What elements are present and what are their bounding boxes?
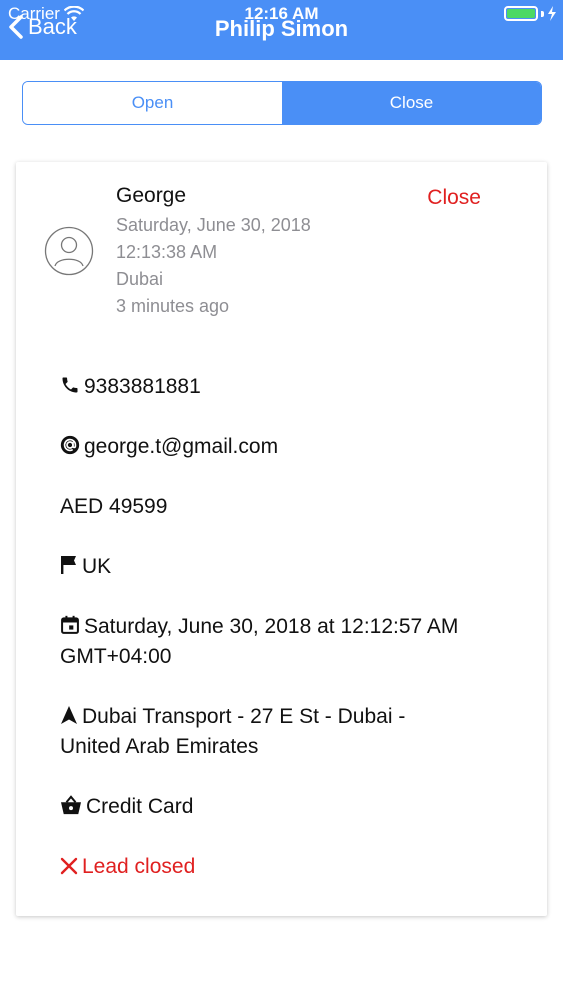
close-x-icon xyxy=(60,857,78,875)
lead-city: Dubai xyxy=(116,269,164,289)
address-row[interactable]: Dubai Transport - 27 E St - Dubai - Unit… xyxy=(60,702,511,762)
open-close-segmented-control: Open Close xyxy=(22,81,542,125)
amount-value: AED 49599 xyxy=(60,495,168,518)
lead-closed-row: Lead closed xyxy=(60,852,511,882)
basket-icon xyxy=(61,795,81,815)
calendar-icon xyxy=(61,615,79,634)
page-title: Philip Simon xyxy=(214,16,349,41)
lead-date: Saturday, June 30, 2018 xyxy=(116,215,311,235)
navigation-bar: Carrier 12:16 AM Back Philip Simon xyxy=(0,0,563,60)
tab-open[interactable]: Open xyxy=(23,82,282,124)
flag-icon xyxy=(61,556,76,574)
tab-close[interactable]: Close xyxy=(282,82,541,124)
email-row[interactable]: george.t@gmail.com xyxy=(60,432,511,462)
lead-name: George xyxy=(116,184,187,207)
phone-value: 9383881881 xyxy=(84,375,201,398)
payment-value: Credit Card xyxy=(86,795,194,818)
address-line2: United Arab Emirates xyxy=(60,735,259,758)
lead-closed-label: Lead closed xyxy=(82,855,196,878)
country-value: UK xyxy=(82,555,112,578)
datetime-line2: GMT+04:00 xyxy=(60,645,172,668)
at-icon xyxy=(60,435,80,455)
phone-row[interactable]: 9383881881 xyxy=(60,372,511,402)
navigation-arrow-icon xyxy=(61,706,77,724)
lead-relative-time: 3 minutes ago xyxy=(116,296,230,316)
phone-icon xyxy=(62,377,78,393)
email-value: george.t@gmail.com xyxy=(84,435,279,458)
datetime-row: Saturday, June 30, 2018 at 12:12:57 AM G… xyxy=(60,612,511,672)
datetime-line1: Saturday, June 30, 2018 at 12:12:57 AM xyxy=(84,615,459,638)
country-row: UK xyxy=(60,552,511,582)
user-avatar-icon xyxy=(44,226,94,276)
lead-card: George Saturday, June 30, 2018 12:13:38 … xyxy=(16,162,547,916)
close-lead-button[interactable]: Close xyxy=(427,186,481,210)
payment-row: Credit Card xyxy=(60,792,511,822)
lead-time: 12:13:38 AM xyxy=(116,242,218,262)
address-line1: Dubai Transport - 27 E St - Dubai - xyxy=(82,705,406,728)
amount-row: AED 49599 xyxy=(60,492,511,522)
